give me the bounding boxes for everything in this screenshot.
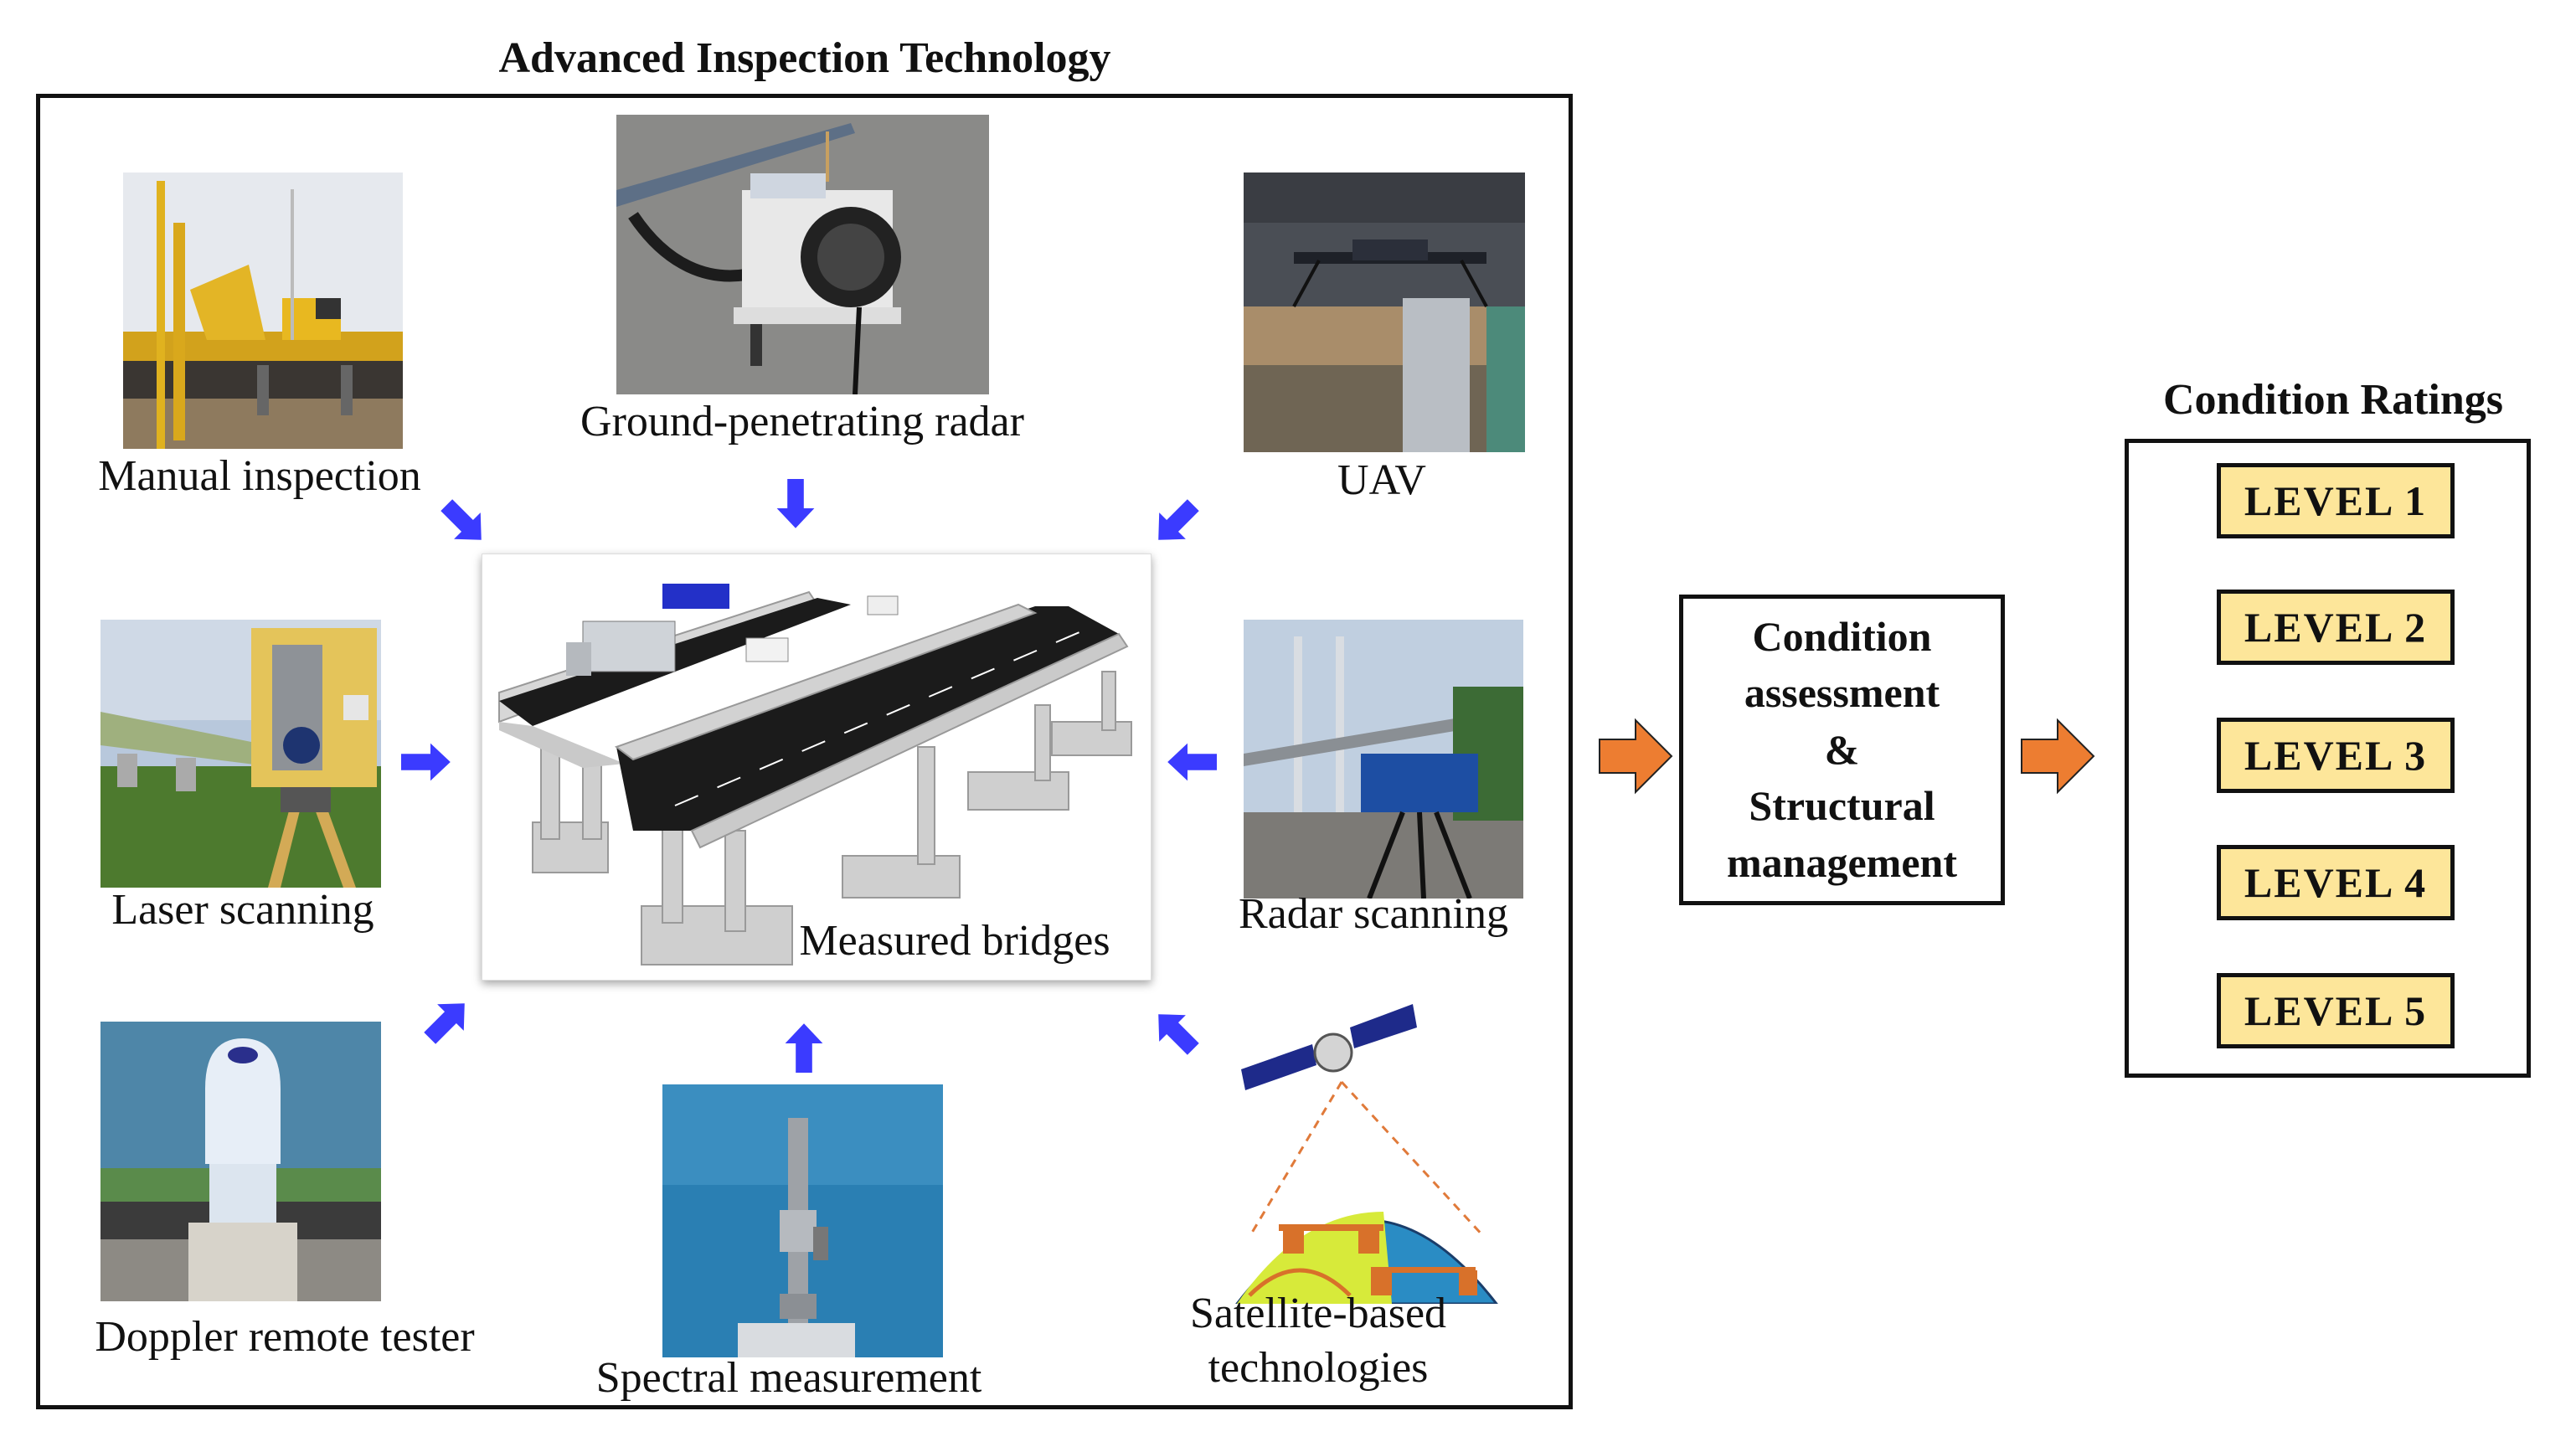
blue-arrow-icon xyxy=(417,992,476,1051)
rating-level-5: LEVEL 5 xyxy=(2217,973,2455,1048)
satellite-label-line1: Satellite-based xyxy=(1189,1290,1447,1337)
doppler-remote-tester-label: Doppler remote tester xyxy=(95,1313,475,1361)
manual-inspection-photo xyxy=(123,173,403,449)
blue-arrow-icon xyxy=(1164,733,1223,791)
blue-arrow-icon xyxy=(1147,1003,1206,1062)
satellite-earth-figure xyxy=(1233,986,1501,1304)
radar-scanning-photo xyxy=(1244,620,1523,899)
orange-flow-arrow-icon xyxy=(1598,718,1673,795)
assessment-line-5: management xyxy=(1727,838,1957,886)
orange-flow-arrow-icon xyxy=(2020,718,2095,795)
doppler-remote-tester-photo xyxy=(100,1022,381,1301)
ground-penetrating-radar-label: Ground-penetrating radar xyxy=(580,398,1024,445)
blue-arrow-icon xyxy=(775,1020,833,1079)
satellite-label-line2: technologies xyxy=(1208,1344,1429,1392)
condition-ratings-title: Condition Ratings xyxy=(2163,376,2503,424)
spectral-measurement-photo xyxy=(662,1084,943,1357)
ground-penetrating-radar-photo xyxy=(616,115,989,394)
laser-scanning-label: Laser scanning xyxy=(111,886,374,934)
uav-label: UAV xyxy=(1337,456,1426,504)
assessment-line-4: Structural xyxy=(1749,782,1935,830)
rating-level-2: LEVEL 2 xyxy=(2217,590,2455,665)
laser-scanning-photo xyxy=(100,620,381,888)
rating-level-4: LEVEL 4 xyxy=(2217,845,2455,920)
spectral-measurement-label: Spectral measurement xyxy=(595,1354,982,1402)
uav-photo xyxy=(1244,173,1525,452)
blue-arrow-icon xyxy=(766,473,825,532)
inspection-title: Advanced Inspection Technology xyxy=(498,34,1111,82)
blue-arrow-icon xyxy=(395,733,454,791)
manual-inspection-label: Manual inspection xyxy=(98,452,421,500)
rating-level-1: LEVEL 1 xyxy=(2217,463,2455,538)
blue-arrow-icon xyxy=(1147,492,1206,551)
assessment-line-1: Condition xyxy=(1752,612,1932,660)
radar-scanning-label: Radar scanning xyxy=(1238,890,1509,938)
satellite-icon xyxy=(1241,1004,1417,1090)
assessment-line-2: assessment xyxy=(1744,669,1940,717)
measured-bridges-label: Measured bridges xyxy=(799,917,1110,965)
rating-level-3: LEVEL 3 xyxy=(2217,718,2455,793)
assessment-line-3: & xyxy=(1824,725,1860,773)
blue-arrow-icon xyxy=(434,492,492,551)
condition-assessment-box: Condition assessment & Structural manage… xyxy=(1679,595,2005,905)
